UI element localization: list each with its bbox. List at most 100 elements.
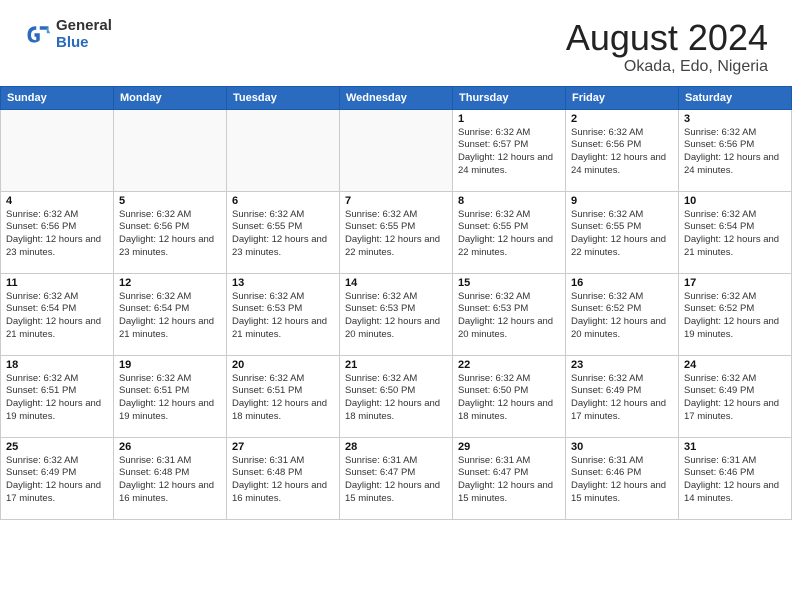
day-info: Sunrise: 6:32 AM Sunset: 6:54 PM Dayligh… <box>119 291 221 342</box>
day-number: 12 <box>119 277 221 289</box>
day-info: Sunrise: 6:32 AM Sunset: 6:53 PM Dayligh… <box>458 291 560 342</box>
day-number: 1 <box>458 113 560 125</box>
calendar-cell: 22Sunrise: 6:32 AM Sunset: 6:50 PM Dayli… <box>453 355 566 437</box>
day-number: 19 <box>119 359 221 371</box>
calendar-cell: 25Sunrise: 6:32 AM Sunset: 6:49 PM Dayli… <box>1 437 114 519</box>
day-number: 23 <box>571 359 673 371</box>
location-title: Okada, Edo, Nigeria <box>566 58 768 76</box>
calendar-table: SundayMondayTuesdayWednesdayThursdayFrid… <box>0 86 792 520</box>
day-number: 24 <box>684 359 786 371</box>
month-title: August 2024 <box>566 18 768 58</box>
day-number: 26 <box>119 441 221 453</box>
day-number: 21 <box>345 359 447 371</box>
calendar-cell: 11 Sunrise: 6:32 AM Sunset: 6:54 PM Dayli… <box>1 273 114 355</box>
header-thursday: Thursday <box>453 86 566 109</box>
day-number: 15 <box>458 277 560 289</box>
calendar-cell: 29Sunrise: 6:31 AM Sunset: 6:47 PM Dayli… <box>453 437 566 519</box>
calendar-cell: 14 Sunrise: 6:32 AM Sunset: 6:53 PM Dayli… <box>340 273 453 355</box>
calendar-cell: 13 Sunrise: 6:32 AM Sunset: 6:53 PM Dayli… <box>227 273 340 355</box>
day-number: 5 <box>119 195 221 207</box>
day-number: 18 <box>6 359 108 371</box>
day-info: Sunrise: 6:31 AM Sunset: 6:46 PM Dayligh… <box>684 455 786 506</box>
week-row-4: 18 Sunrise: 6:32 AM Sunset: 6:51 PM Dayli… <box>1 355 792 437</box>
day-number: 10 <box>684 195 786 207</box>
day-info: Sunrise: 6:32 AM Sunset: 6:55 PM Dayligh… <box>232 209 334 260</box>
calendar-cell <box>340 109 453 191</box>
logo-blue-label: Blue <box>56 35 112 52</box>
day-info: Sunrise: 6:32 AM Sunset: 6:54 PM Dayligh… <box>6 291 108 342</box>
logo-text: General Blue <box>56 18 112 51</box>
day-info: Sunrise: 6:32 AM Sunset: 6:51 PM Dayligh… <box>232 373 334 424</box>
calendar-cell: 21 Sunrise: 6:32 AM Sunset: 6:50 PM Dayli… <box>340 355 453 437</box>
day-info: Sunrise: 6:32 AM Sunset: 6:53 PM Dayligh… <box>232 291 334 342</box>
day-number: 30 <box>571 441 673 453</box>
day-info: Sunrise: 6:32 AM Sunset: 6:49 PM Dayligh… <box>6 455 108 506</box>
day-info: Sunrise: 6:32 AM Sunset: 6:50 PM Dayligh… <box>345 373 447 424</box>
calendar-cell: 28Sunrise: 6:31 AM Sunset: 6:47 PM Dayli… <box>340 437 453 519</box>
calendar-cell: 18 Sunrise: 6:32 AM Sunset: 6:51 PM Dayli… <box>1 355 114 437</box>
day-number: 14 <box>345 277 447 289</box>
calendar-cell: 20 Sunrise: 6:32 AM Sunset: 6:51 PM Dayli… <box>227 355 340 437</box>
day-info: Sunrise: 6:32 AM Sunset: 6:56 PM Dayligh… <box>6 209 108 260</box>
page-header: General Blue August 2024 Okada, Edo, Nig… <box>0 0 792 86</box>
week-row-3: 11 Sunrise: 6:32 AM Sunset: 6:54 PM Dayli… <box>1 273 792 355</box>
day-number: 31 <box>684 441 786 453</box>
day-number: 22 <box>458 359 560 371</box>
calendar-cell: 30 Sunrise: 6:31 AM Sunset: 6:46 PM Dayli… <box>566 437 679 519</box>
day-info: Sunrise: 6:32 AM Sunset: 6:56 PM Dayligh… <box>571 127 673 178</box>
day-number: 13 <box>232 277 334 289</box>
day-number: 2 <box>571 113 673 125</box>
header-sunday: Sunday <box>1 86 114 109</box>
day-number: 9 <box>571 195 673 207</box>
day-info: Sunrise: 6:32 AM Sunset: 6:57 PM Dayligh… <box>458 127 560 178</box>
header-tuesday: Tuesday <box>227 86 340 109</box>
day-number: 6 <box>232 195 334 207</box>
week-row-2: 4Sunrise: 6:32 AM Sunset: 6:56 PM Daylig… <box>1 191 792 273</box>
calendar-cell: 26 Sunrise: 6:31 AM Sunset: 6:48 PM Dayli… <box>114 437 227 519</box>
week-row-5: 25Sunrise: 6:32 AM Sunset: 6:49 PM Dayli… <box>1 437 792 519</box>
calendar-cell: 5 Sunrise: 6:32 AM Sunset: 6:56 PM Daylig… <box>114 191 227 273</box>
day-info: Sunrise: 6:32 AM Sunset: 6:54 PM Dayligh… <box>684 209 786 260</box>
calendar-cell: 19Sunrise: 6:32 AM Sunset: 6:51 PM Dayli… <box>114 355 227 437</box>
day-number: 20 <box>232 359 334 371</box>
day-info: Sunrise: 6:32 AM Sunset: 6:55 PM Dayligh… <box>571 209 673 260</box>
day-info: Sunrise: 6:32 AM Sunset: 6:52 PM Dayligh… <box>571 291 673 342</box>
calendar-cell: 31 Sunrise: 6:31 AM Sunset: 6:46 PM Dayli… <box>679 437 792 519</box>
day-info: Sunrise: 6:32 AM Sunset: 6:55 PM Dayligh… <box>458 209 560 260</box>
day-info: Sunrise: 6:31 AM Sunset: 6:48 PM Dayligh… <box>119 455 221 506</box>
logo: General Blue <box>24 18 112 51</box>
calendar-cell: 9 Sunrise: 6:32 AM Sunset: 6:55 PM Daylig… <box>566 191 679 273</box>
week-row-1: 1 Sunrise: 6:32 AM Sunset: 6:57 PM Daylig… <box>1 109 792 191</box>
day-info: Sunrise: 6:32 AM Sunset: 6:49 PM Dayligh… <box>571 373 673 424</box>
logo-icon <box>24 21 52 49</box>
calendar-cell: 16 Sunrise: 6:32 AM Sunset: 6:52 PM Dayli… <box>566 273 679 355</box>
day-info: Sunrise: 6:32 AM Sunset: 6:49 PM Dayligh… <box>684 373 786 424</box>
day-info: Sunrise: 6:32 AM Sunset: 6:56 PM Dayligh… <box>119 209 221 260</box>
calendar-cell: 10 Sunrise: 6:32 AM Sunset: 6:54 PM Dayli… <box>679 191 792 273</box>
day-number: 16 <box>571 277 673 289</box>
title-block: August 2024 Okada, Edo, Nigeria <box>566 18 768 76</box>
day-info: Sunrise: 6:31 AM Sunset: 6:48 PM Dayligh… <box>232 455 334 506</box>
calendar-cell: 17Sunrise: 6:32 AM Sunset: 6:52 PM Dayli… <box>679 273 792 355</box>
calendar-cell: 2 Sunrise: 6:32 AM Sunset: 6:56 PM Daylig… <box>566 109 679 191</box>
calendar-cell: 23 Sunrise: 6:32 AM Sunset: 6:49 PM Dayli… <box>566 355 679 437</box>
day-info: Sunrise: 6:32 AM Sunset: 6:55 PM Dayligh… <box>345 209 447 260</box>
day-number: 17 <box>684 277 786 289</box>
calendar-cell: 1 Sunrise: 6:32 AM Sunset: 6:57 PM Daylig… <box>453 109 566 191</box>
calendar-cell: 15 Sunrise: 6:32 AM Sunset: 6:53 PM Dayli… <box>453 273 566 355</box>
calendar-cell: 7 Sunrise: 6:32 AM Sunset: 6:55 PM Daylig… <box>340 191 453 273</box>
calendar-cell <box>1 109 114 191</box>
day-info: Sunrise: 6:32 AM Sunset: 6:53 PM Dayligh… <box>345 291 447 342</box>
calendar-cell <box>114 109 227 191</box>
day-info: Sunrise: 6:32 AM Sunset: 6:51 PM Dayligh… <box>6 373 108 424</box>
day-number: 11 <box>6 277 108 289</box>
header-friday: Friday <box>566 86 679 109</box>
calendar-cell: 27Sunrise: 6:31 AM Sunset: 6:48 PM Dayli… <box>227 437 340 519</box>
day-number: 8 <box>458 195 560 207</box>
day-number: 7 <box>345 195 447 207</box>
day-info: Sunrise: 6:31 AM Sunset: 6:46 PM Dayligh… <box>571 455 673 506</box>
calendar-cell: 8 Sunrise: 6:32 AM Sunset: 6:55 PM Daylig… <box>453 191 566 273</box>
header-wednesday: Wednesday <box>340 86 453 109</box>
calendar-cell <box>227 109 340 191</box>
calendar-cell: 4Sunrise: 6:32 AM Sunset: 6:56 PM Daylig… <box>1 191 114 273</box>
